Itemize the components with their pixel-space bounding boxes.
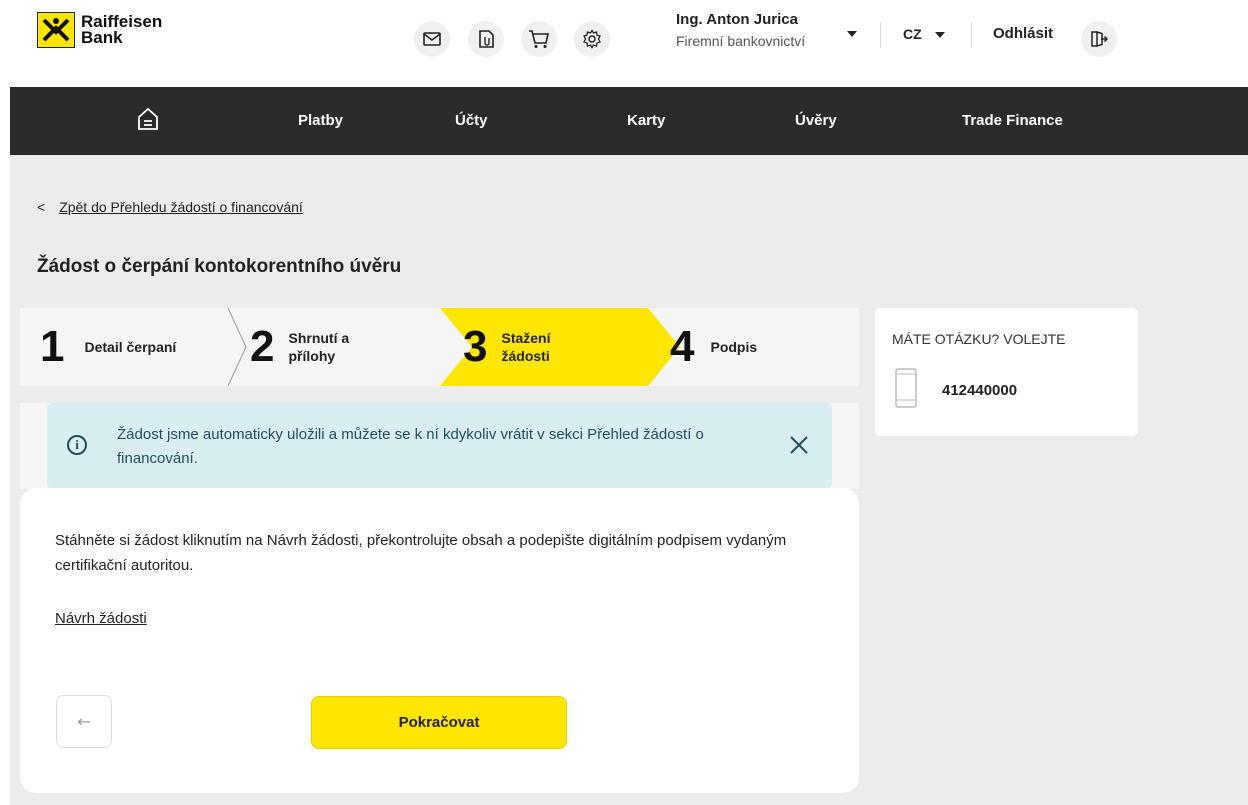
user-menu[interactable]: Ing. Anton Jurica Firemní bankovnictví: [676, 11, 805, 49]
step-4: 4 Podpis: [670, 308, 830, 386]
logout-button[interactable]: Odhlásit: [993, 25, 1053, 42]
settings-icon[interactable]: [574, 21, 610, 57]
home-icon[interactable]: [137, 107, 159, 135]
cart-icon[interactable]: [521, 21, 557, 57]
nav-item-ucty[interactable]: Účty: [455, 112, 488, 129]
step-1: 1 Detail čerpaní: [40, 308, 204, 386]
close-icon[interactable]: [788, 434, 810, 456]
phone-icon: [895, 368, 917, 412]
step-2: 2 Shrnutí a přílohy: [250, 308, 378, 386]
step-2-label: Shrnutí a přílohy: [288, 330, 350, 364]
page-title: Žádost o čerpání kontokorentního úvěru: [37, 256, 402, 277]
nav-item-uvery[interactable]: Úvěry: [795, 112, 837, 129]
continue-button[interactable]: Pokračovat: [311, 696, 567, 749]
logo-mark-icon: [37, 12, 75, 48]
language-selector[interactable]: CZ: [903, 26, 922, 42]
logout-icon[interactable]: [1081, 21, 1117, 57]
info-icon: i: [67, 435, 87, 455]
step-3-active: 3 Stažení žádosti: [463, 308, 581, 386]
step-1-number: 1: [40, 322, 65, 371]
step-4-number: 4: [670, 322, 695, 371]
stepper: 1 Detail čerpaní 2 Shrnutí a přílohy 3 S…: [20, 308, 859, 386]
nav-item-platby[interactable]: Platby: [298, 112, 343, 129]
back-button[interactable]: ←: [56, 695, 112, 748]
step-3-label: Stažení žádosti: [501, 330, 551, 364]
step-2-number: 2: [250, 322, 275, 371]
main-navigation: Platby Účty Karty Úvěry Trade Finance: [10, 87, 1248, 155]
info-banner-text: Žádost jsme automaticky uložili a můžete…: [117, 426, 704, 467]
nav-item-karty[interactable]: Karty: [627, 112, 665, 129]
step-1-label: Detail čerpaní: [84, 339, 177, 355]
info-banner: i Žádost jsme automaticky uložili a může…: [47, 403, 832, 489]
chevron-left-icon: <: [37, 199, 46, 215]
logo-text-line2: Bank: [81, 28, 123, 47]
raiffeisen-logo[interactable]: Raiffeisen Bank: [37, 12, 162, 48]
arrow-left-icon: ←: [77, 712, 91, 731]
contact-phone-number[interactable]: 412440000: [942, 382, 1017, 399]
language-chevron-down-icon[interactable]: [935, 32, 945, 38]
nav-item-trade-finance[interactable]: Trade Finance: [962, 112, 1063, 129]
user-menu-chevron-down-icon[interactable]: [847, 31, 857, 37]
navrh-zadosti-link[interactable]: Návrh žádosti: [55, 610, 147, 627]
header-divider: [971, 22, 972, 48]
breadcrumb-back-label: Zpět do Přehledu žádostí o financování: [59, 199, 303, 215]
instruction-text: Stáhněte si žádost kliknutím na Návrh žá…: [55, 532, 787, 574]
header: Raiffeisen Bank Ing. Anton Jurica Firemn…: [0, 0, 1248, 87]
user-role: Firemní bankovnictví: [676, 33, 806, 49]
user-name: Ing. Anton Jurica: [676, 11, 798, 28]
mail-icon[interactable]: [414, 21, 450, 57]
main-card: Stáhněte si žádost kliknutím na Návrh žá…: [20, 488, 859, 793]
documents-icon[interactable]: [468, 21, 504, 57]
header-divider: [880, 22, 881, 48]
contact-title: MÁTE OTÁZKU? VOLEJTE: [892, 331, 1066, 347]
contact-card: MÁTE OTÁZKU? VOLEJTE 412440000: [875, 308, 1138, 436]
breadcrumb-back-link[interactable]: < Zpět do Přehledu žádostí o financování: [37, 199, 303, 215]
step-3-number: 3: [463, 322, 488, 371]
step-4-label: Podpis: [710, 339, 758, 355]
